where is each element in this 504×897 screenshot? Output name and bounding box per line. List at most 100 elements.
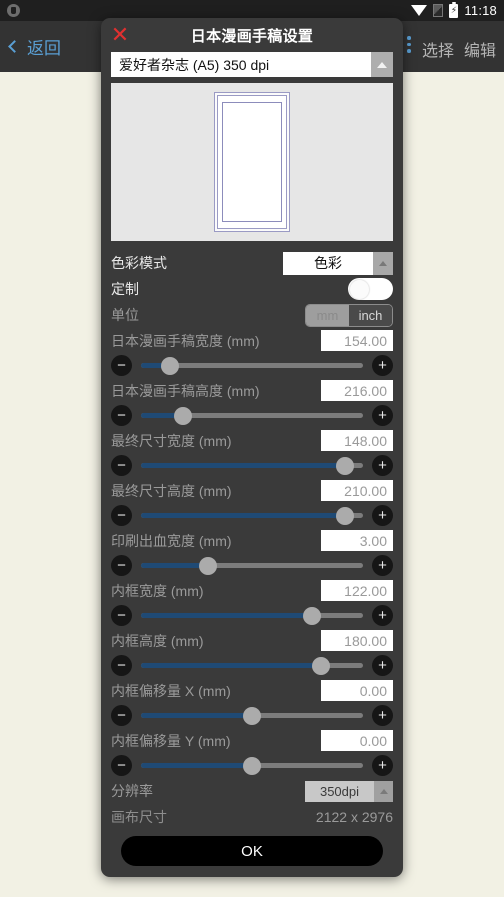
select-button[interactable]: 选择 [422, 37, 454, 61]
preset-select-value[interactable]: 爱好者杂志 (A5) 350 dpi [111, 52, 371, 77]
chevron-up-icon[interactable] [374, 780, 393, 802]
slider-label: 最终尺寸高度 (mm) [111, 482, 232, 499]
canvas-size-label: 画布尺寸 [111, 809, 167, 825]
slider-label: 内框偏移量 Y (mm) [111, 732, 231, 749]
increment-button[interactable]: + [372, 605, 393, 626]
preset-select[interactable]: 爱好者杂志 (A5) 350 dpi [111, 52, 393, 77]
preview-bleed-frame [214, 92, 290, 232]
slider-control-row: − + [111, 503, 393, 528]
slider-thumb[interactable] [160, 357, 179, 375]
slider-value-input[interactable]: 0.00 [321, 680, 393, 701]
slider-track[interactable] [141, 555, 363, 576]
slider-thumb[interactable] [302, 607, 321, 625]
slider-label: 内框偏移量 X (mm) [111, 682, 231, 699]
slider-track[interactable] [141, 755, 363, 776]
color-mode-label: 色彩模式 [111, 255, 167, 271]
increment-button[interactable]: + [372, 655, 393, 676]
decrement-button[interactable]: − [111, 355, 132, 376]
increment-button[interactable]: + [372, 705, 393, 726]
slider-track[interactable] [141, 455, 363, 476]
slider-value-input[interactable]: 3.00 [321, 530, 393, 551]
slider-control-row: − + [111, 403, 393, 428]
slider-control-row: − + [111, 453, 393, 478]
status-left [7, 4, 20, 17]
chevron-up-icon[interactable] [373, 251, 393, 275]
preview-trim-frame [217, 95, 287, 229]
canvas-size-row: 画布尺寸 2122 x 2976 [111, 804, 393, 830]
slider-list: 日本漫画手稿宽度 (mm) 154.00− + 日本漫画手稿高度 (mm) 216.00… [111, 328, 393, 778]
wifi-icon [411, 5, 428, 16]
unit-option-inch[interactable]: inch [349, 304, 392, 326]
unit-segmented-control[interactable]: mm inch [305, 303, 393, 327]
slider-track[interactable] [141, 505, 363, 526]
decrement-button[interactable]: − [111, 455, 132, 476]
custom-row: 定制 [111, 276, 393, 302]
slider-track[interactable] [141, 355, 363, 376]
color-mode-value[interactable]: 色彩 [283, 251, 373, 275]
battery-charging-icon: ⚡ [449, 1, 459, 18]
unit-option-mm[interactable]: mm [306, 304, 349, 326]
toolbar-actions: 选择 编辑 [422, 37, 496, 61]
dialog-header: ✕ 日本漫画手稿设置 [101, 18, 403, 52]
ok-button[interactable]: OK [121, 836, 383, 866]
slider-thumb[interactable] [198, 557, 217, 575]
slider-label: 内框高度 (mm) [111, 632, 204, 649]
slider-thumb[interactable] [243, 707, 261, 725]
slider-label: 最终尺寸宽度 (mm) [111, 432, 232, 449]
back-button[interactable]: 返回 [0, 34, 61, 59]
slider-track[interactable] [141, 655, 363, 676]
slider-fill [141, 763, 252, 768]
slider-field-row: 印刷出血宽度 (mm) 3.00 [111, 528, 393, 553]
color-mode-select[interactable]: 色彩 [283, 251, 393, 275]
increment-button[interactable]: + [372, 355, 393, 376]
slider-thumb[interactable] [243, 757, 261, 775]
overflow-menu-icon[interactable] [407, 36, 411, 53]
slider-value-input[interactable]: 210.00 [321, 480, 393, 501]
slider-value-input[interactable]: 122.00 [321, 580, 393, 601]
slider-value-input[interactable]: 148.00 [321, 430, 393, 451]
slider-fill [141, 463, 346, 468]
slider-fill [141, 613, 312, 618]
screen: 没有艺术作品。 返回 我的画廊 (0) i 选择 编辑 [0, 0, 504, 897]
preview-inner-frame [222, 102, 282, 222]
slider-track[interactable] [141, 605, 363, 626]
slider-control-row: − + [111, 653, 393, 678]
increment-button[interactable]: + [372, 555, 393, 576]
slider-thumb[interactable] [311, 657, 330, 675]
slider-value-input[interactable]: 216.00 [321, 380, 393, 401]
slider-track[interactable] [141, 705, 363, 726]
decrement-button[interactable]: − [111, 655, 132, 676]
manga-manuscript-settings-dialog: ✕ 日本漫画手稿设置 爱好者杂志 (A5) 350 dpi 色彩模式 色彩 定制… [101, 18, 403, 877]
decrement-button[interactable]: − [111, 505, 132, 526]
slider-track[interactable] [141, 405, 363, 426]
edit-button[interactable]: 编辑 [464, 37, 496, 61]
slider-value-input[interactable]: 0.00 [321, 730, 393, 751]
slider-value-input[interactable]: 180.00 [321, 630, 393, 651]
slider-fill [141, 713, 252, 718]
custom-toggle[interactable] [348, 278, 393, 300]
decrement-button[interactable]: − [111, 605, 132, 626]
slider-thumb[interactable] [336, 457, 355, 475]
resolution-select[interactable]: 350dpi [305, 780, 393, 802]
slider-fill [141, 663, 321, 668]
unit-label: 单位 [111, 307, 139, 323]
chevron-up-icon[interactable] [371, 52, 393, 77]
slider-field-row: 最终尺寸宽度 (mm) 148.00 [111, 428, 393, 453]
slider-field-row: 内框高度 (mm) 180.00 [111, 628, 393, 653]
decrement-button[interactable]: − [111, 755, 132, 776]
close-icon[interactable]: ✕ [109, 24, 131, 46]
sim-card-icon [433, 4, 444, 17]
decrement-button[interactable]: − [111, 555, 132, 576]
resolution-value[interactable]: 350dpi [305, 780, 374, 802]
slider-value-input[interactable]: 154.00 [321, 330, 393, 351]
slider-thumb[interactable] [336, 507, 355, 525]
slider-fill [141, 513, 346, 518]
increment-button[interactable]: + [372, 405, 393, 426]
decrement-button[interactable]: − [111, 705, 132, 726]
increment-button[interactable]: + [372, 455, 393, 476]
slider-thumb[interactable] [174, 407, 193, 425]
slider-label: 日本漫画手稿宽度 (mm) [111, 332, 260, 349]
decrement-button[interactable]: − [111, 405, 132, 426]
increment-button[interactable]: + [372, 505, 393, 526]
increment-button[interactable]: + [372, 755, 393, 776]
